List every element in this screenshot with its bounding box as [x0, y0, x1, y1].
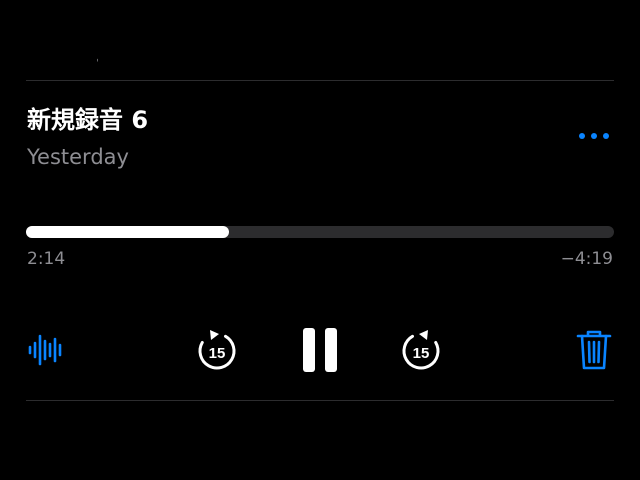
divider-top	[26, 80, 614, 81]
skip-forward-button[interactable]: 15	[398, 328, 444, 374]
remaining-time: −4:19	[560, 249, 613, 269]
more-options-button[interactable]	[570, 122, 618, 150]
recording-date: Yesterday	[27, 145, 129, 169]
ellipsis-icon	[591, 133, 597, 139]
ellipsis-icon	[579, 133, 585, 139]
elapsed-time: 2:14	[27, 249, 66, 269]
ellipsis-icon	[603, 133, 609, 139]
playback-scrubber[interactable]	[26, 226, 614, 238]
previous-item-remnant: ˌ	[96, 52, 99, 63]
trash-icon	[576, 330, 612, 370]
waveform-button[interactable]	[26, 330, 66, 370]
voice-memo-player: ˌ 新規録音 6 Yesterday 2:14 −4:19 15 15	[0, 0, 640, 480]
skip-back-button[interactable]: 15	[194, 328, 240, 374]
pause-button[interactable]	[296, 324, 344, 376]
divider-bottom	[26, 400, 614, 401]
delete-button[interactable]	[574, 328, 614, 372]
skip-back-seconds: 15	[208, 344, 226, 362]
waveform-icon	[28, 334, 62, 366]
skip-forward-seconds: 15	[412, 344, 430, 362]
pause-icon	[303, 328, 337, 372]
recording-title[interactable]: 新規録音 6	[27, 104, 148, 136]
playback-progress-fill	[26, 226, 229, 238]
